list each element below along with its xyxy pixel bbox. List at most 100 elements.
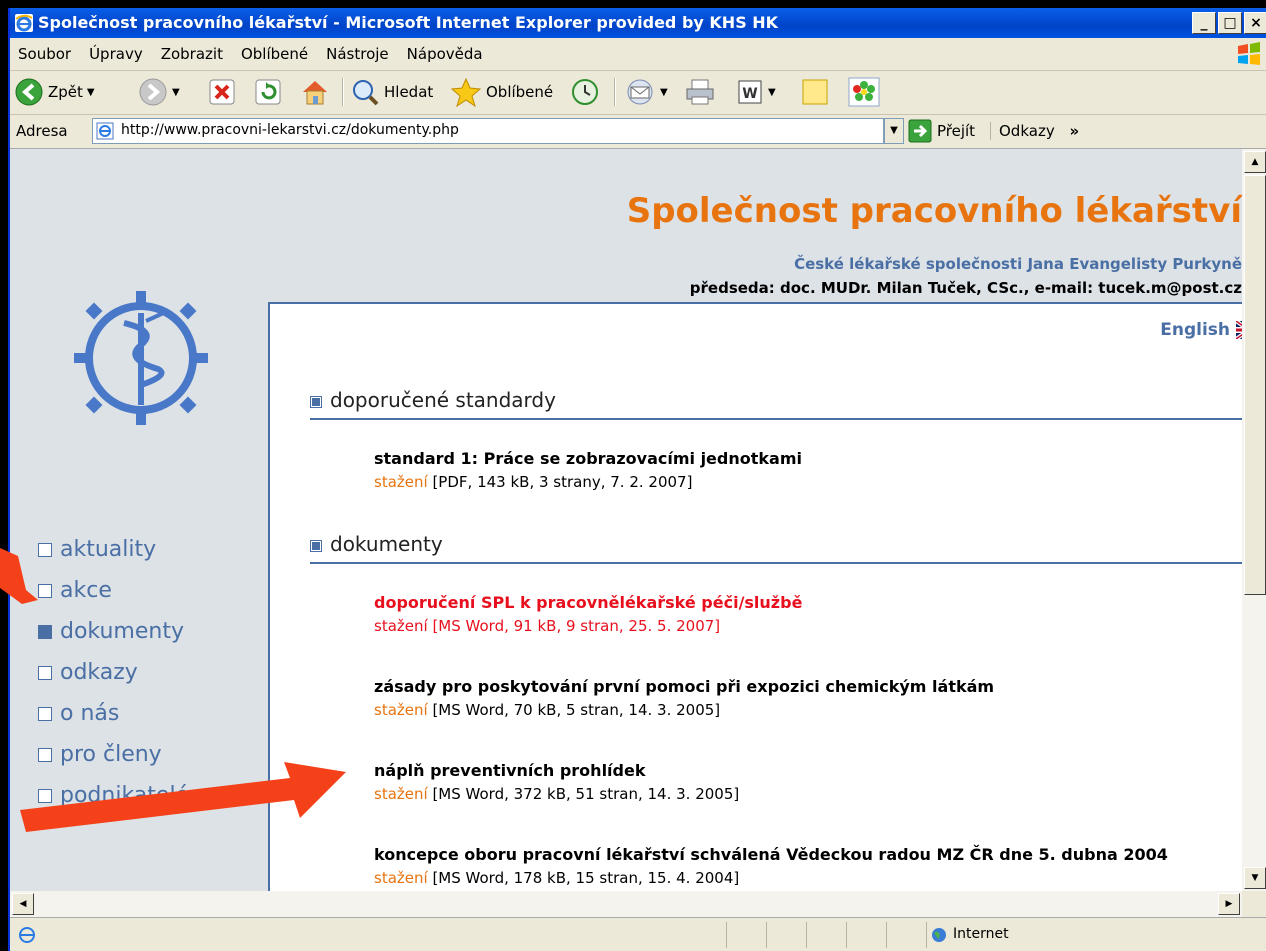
society-logo-icon bbox=[74, 291, 208, 425]
nav-item-o-nas[interactable]: o nás bbox=[38, 693, 189, 734]
windows-flag-icon bbox=[1238, 42, 1260, 65]
svg-text:W: W bbox=[742, 86, 757, 102]
nav-item-podnikatele[interactable]: podnikatelé bbox=[38, 775, 189, 816]
english-label: English bbox=[1160, 320, 1230, 340]
doc-title: náplň preventivních prohlídek bbox=[374, 761, 646, 780]
doc-title: doporučení SPL k pracovnělékařské péči/s… bbox=[374, 593, 803, 612]
forward-arrow-icon bbox=[139, 78, 167, 106]
history-button[interactable] bbox=[570, 76, 600, 108]
site-title: Společnost pracovního lékařství bbox=[626, 191, 1242, 231]
nav-item-dokumenty[interactable]: dokumenty bbox=[38, 611, 189, 652]
english-link[interactable]: English bbox=[1160, 320, 1242, 340]
doc-meta: [MS Word, 70 kB, 5 stran, 14. 3. 2005] bbox=[432, 701, 721, 719]
favorites-button[interactable]: Oblíbené bbox=[450, 76, 553, 108]
download-link[interactable]: stažení bbox=[374, 701, 428, 719]
back-button[interactable]: Zpět ▼ bbox=[14, 76, 95, 108]
section-title: doporučené standardy bbox=[330, 388, 556, 412]
go-label: Přejít bbox=[937, 122, 976, 140]
doc-meta: [MS Word, 372 kB, 51 stran, 14. 3. 2005] bbox=[432, 785, 740, 803]
content-panel: English doporučené standardy standard 1:… bbox=[268, 302, 1242, 891]
bullet-icon bbox=[38, 665, 52, 680]
go-arrow-icon bbox=[908, 119, 932, 143]
address-dropdown-icon[interactable]: ▼ bbox=[884, 118, 904, 144]
print-icon bbox=[686, 79, 714, 105]
menu-upravy[interactable]: Úpravy bbox=[80, 38, 152, 70]
section-title: dokumenty bbox=[330, 532, 443, 556]
maximize-button[interactable]: □ bbox=[1218, 12, 1242, 34]
menu-napoveda[interactable]: Nápověda bbox=[398, 38, 492, 70]
bullet-icon bbox=[38, 542, 52, 557]
menu-oblibene[interactable]: Oblíbené bbox=[232, 38, 317, 70]
section-heading-standards: doporučené standardy bbox=[310, 388, 1242, 420]
links-button[interactable]: Odkazy » bbox=[990, 122, 1079, 140]
scroll-thumb[interactable] bbox=[1244, 175, 1266, 595]
nav-label: podnikatelé bbox=[60, 783, 190, 808]
nav-item-odkazy[interactable]: odkazy bbox=[38, 652, 189, 693]
scroll-up-icon[interactable]: ▲ bbox=[1244, 151, 1266, 173]
internet-globe-icon bbox=[932, 928, 946, 942]
close-button[interactable]: × bbox=[1244, 12, 1266, 34]
menu-nastroje[interactable]: Nástroje bbox=[317, 38, 398, 70]
refresh-icon bbox=[255, 79, 281, 105]
minimize-button[interactable]: _ bbox=[1192, 12, 1216, 34]
menu-soubor[interactable]: Soubor bbox=[10, 38, 80, 70]
site-subtitle: České lékařské společnosti Jana Evangeli… bbox=[794, 255, 1242, 273]
mail-icon bbox=[627, 79, 653, 105]
nav-label: akce bbox=[60, 578, 112, 603]
edit-dropdown-icon[interactable]: ▼ bbox=[768, 87, 776, 98]
search-label: Hledat bbox=[384, 83, 434, 101]
address-url: http://www.pracovni-lekarstvi.cz/dokumen… bbox=[121, 122, 459, 138]
horizontal-scrollbar[interactable]: ◀ ▶ bbox=[10, 891, 1242, 917]
refresh-button[interactable] bbox=[254, 76, 282, 108]
stop-icon bbox=[209, 79, 235, 105]
forward-dropdown-icon[interactable]: ▼ bbox=[172, 87, 180, 98]
icq-button[interactable] bbox=[848, 76, 880, 108]
nav-item-aktuality[interactable]: aktuality bbox=[38, 529, 189, 570]
scroll-down-icon[interactable]: ▼ bbox=[1244, 867, 1266, 889]
home-button[interactable] bbox=[300, 76, 330, 108]
history-icon bbox=[572, 79, 598, 105]
doc-meta: [MS Word, 178 kB, 15 stran, 15. 4. 2004] bbox=[432, 869, 740, 887]
zone-label: Internet bbox=[953, 926, 1009, 942]
ie-logo-icon bbox=[15, 14, 33, 32]
nav-label: dokumenty bbox=[60, 619, 184, 644]
bullet-active-icon bbox=[38, 624, 52, 639]
doc-meta: [MS Word, 91 kB, 9 stran, 25. 5. 2007] bbox=[432, 617, 721, 635]
stop-button[interactable] bbox=[208, 76, 236, 108]
forward-button[interactable]: ▼ bbox=[138, 76, 180, 108]
download-link[interactable]: stažení bbox=[374, 869, 428, 887]
mail-dropdown-icon[interactable]: ▼ bbox=[660, 87, 668, 98]
scroll-right-icon[interactable]: ▶ bbox=[1218, 893, 1240, 915]
browser-window: Společnost pracovního lékařství - Micros… bbox=[8, 8, 1266, 951]
mail-button[interactable]: ▼ bbox=[624, 76, 668, 108]
section-heading-documents: dokumenty bbox=[310, 532, 1242, 564]
print-button[interactable] bbox=[684, 76, 716, 108]
bullet-icon bbox=[38, 706, 52, 721]
menu-zobrazit[interactable]: Zobrazit bbox=[152, 38, 232, 70]
download-link[interactable]: stažení bbox=[374, 785, 428, 803]
nav-item-akce[interactable]: akce bbox=[38, 570, 189, 611]
address-input[interactable]: http://www.pracovni-lekarstvi.cz/dokumen… bbox=[92, 118, 884, 144]
doc-title: standard 1: Práce se zobrazovacími jedno… bbox=[374, 449, 802, 468]
links-more-icon: » bbox=[1069, 122, 1080, 140]
nav-label: o nás bbox=[60, 701, 120, 726]
status-bar: Internet bbox=[10, 917, 1266, 951]
discuss-button[interactable] bbox=[800, 76, 830, 108]
page-icon bbox=[96, 122, 114, 140]
nav-label: aktuality bbox=[60, 537, 157, 562]
edit-word-button[interactable]: W ▼ bbox=[736, 76, 776, 108]
download-link[interactable]: stažení bbox=[374, 473, 428, 491]
search-button[interactable]: Hledat bbox=[350, 76, 433, 108]
back-dropdown-icon[interactable]: ▼ bbox=[87, 87, 95, 98]
icq-flower-icon bbox=[848, 77, 880, 107]
nav-item-pro-cleny[interactable]: pro členy bbox=[38, 734, 189, 775]
vertical-scrollbar[interactable]: ▲ ▼ bbox=[1242, 149, 1266, 891]
doc-title: zásady pro poskytování první pomoci při … bbox=[374, 677, 995, 696]
doc-item: doporučení SPL k pracovnělékařské péči/s… bbox=[374, 592, 1214, 638]
go-button[interactable]: Přejít bbox=[908, 119, 975, 143]
doc-item: koncepce oboru pracovní lékařství schvál… bbox=[374, 844, 1214, 890]
address-label: Adresa bbox=[16, 122, 68, 140]
scroll-left-icon[interactable]: ◀ bbox=[12, 893, 34, 915]
section-bullet-icon bbox=[310, 396, 322, 408]
download-link[interactable]: stažení bbox=[374, 617, 428, 635]
